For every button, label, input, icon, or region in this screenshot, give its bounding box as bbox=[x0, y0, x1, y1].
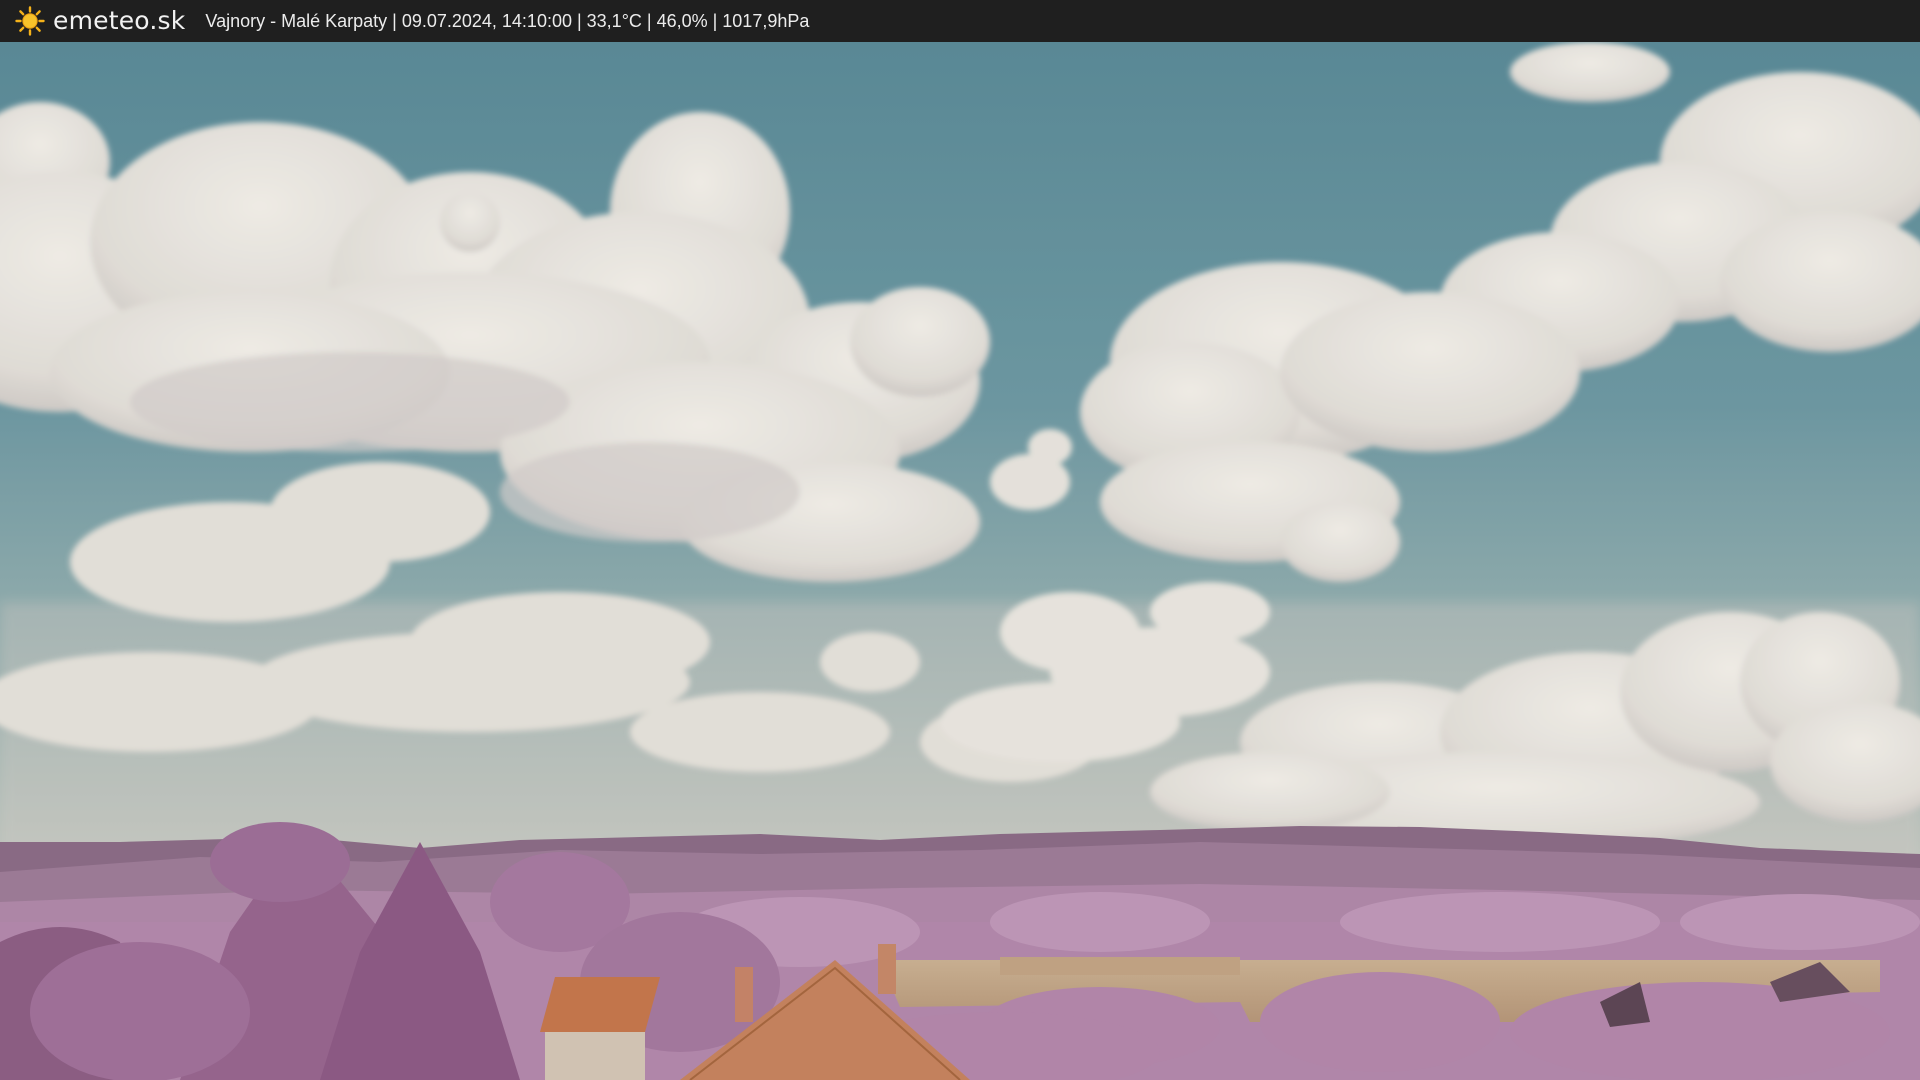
webcam-image bbox=[0, 42, 1920, 1080]
brand-logo-text[interactable]: emeteo.sk bbox=[53, 0, 185, 42]
weather-caption: Vajnory - Malé Karpaty | 09.07.2024, 14:… bbox=[205, 11, 810, 31]
sun-icon bbox=[13, 4, 47, 38]
caption-bar: emeteo.sk Vajnory - Malé Karpaty | 09.07… bbox=[0, 0, 1920, 42]
webcam-frame: emeteo.sk Vajnory - Malé Karpaty | 09.07… bbox=[0, 0, 1920, 1080]
